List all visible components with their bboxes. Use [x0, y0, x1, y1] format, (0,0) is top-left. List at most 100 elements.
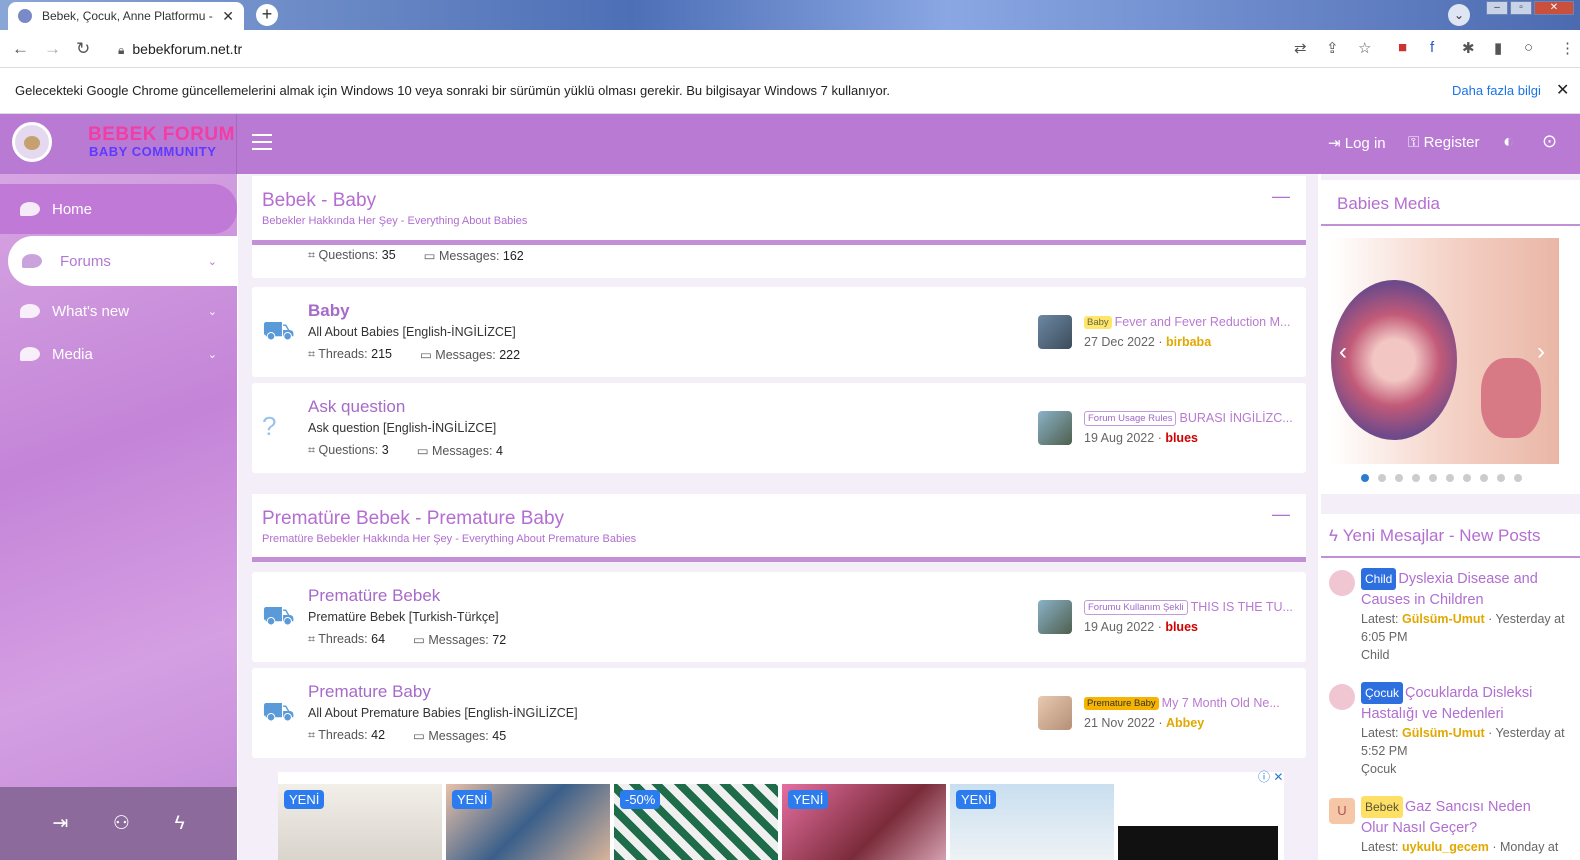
infobar-close-icon[interactable]: ✕: [1556, 80, 1569, 100]
latest-user[interactable]: blues: [1165, 431, 1198, 445]
login-link[interactable]: ⇥ Log in: [1328, 134, 1386, 152]
latest-meta: 19 Aug 2022 · blues: [1084, 620, 1198, 634]
media-widget-title[interactable]: Babies Media: [1337, 194, 1440, 214]
site-logo[interactable]: [12, 122, 52, 162]
stat-label: Questions:: [318, 248, 379, 262]
toggle-icon[interactable]: ⊙: [1542, 131, 1557, 152]
node-title[interactable]: Ask question: [308, 397, 405, 417]
latest-meta: 21 Nov 2022 · Abbey: [1084, 716, 1205, 730]
post-time: · Monday at: [1492, 840, 1559, 854]
ad-brand-logo[interactable]: [1118, 826, 1278, 860]
palette-icon[interactable]: ◐: [1503, 131, 1514, 152]
latest-thread-link[interactable]: Premature Baby My 7 Month Old Ne...: [1084, 696, 1296, 710]
ad-product-image[interactable]: YENİ: [278, 784, 442, 860]
avatar[interactable]: [1038, 600, 1072, 634]
stat-label: Questions:: [318, 443, 379, 457]
new-posts-title[interactable]: ϟ Yeni Mesajlar - New Posts: [1329, 526, 1541, 546]
widget-divider: [1321, 556, 1580, 558]
bookmark-star-icon[interactable]: ☆: [1358, 39, 1371, 57]
latest-user[interactable]: Gülsüm-Umut: [1402, 612, 1485, 626]
node-title[interactable]: Prematüre Bebek: [308, 586, 440, 606]
latest-thread-link[interactable]: Forum Usage Rules BURASI İNGİLİZC...: [1084, 411, 1296, 426]
carousel-prev-icon[interactable]: ‹: [1339, 338, 1347, 366]
category-subtitle: Prematüre Bebekler Hakkında Her Şey - Ev…: [262, 533, 637, 545]
ad-product-image[interactable]: YENİ: [446, 784, 610, 860]
category-title[interactable]: Prematüre Bebek - Premature Baby: [262, 508, 564, 530]
new-tab-button[interactable]: +: [256, 4, 278, 26]
extensions-puzzle-icon[interactable]: ✱: [1462, 39, 1475, 57]
register-link[interactable]: ⚿ Register: [1408, 134, 1479, 151]
avatar[interactable]: [1038, 315, 1072, 349]
latest-user[interactable]: blues: [1165, 620, 1198, 634]
collapse-icon[interactable]: —: [1272, 504, 1290, 525]
ad-product-image[interactable]: -50%: [614, 784, 778, 860]
extension-icon[interactable]: ■: [1398, 39, 1407, 56]
latest-date: 27 Dec 2022: [1084, 335, 1155, 349]
media-slide-image[interactable]: ‹ ›: [1331, 238, 1559, 464]
avatar[interactable]: [1329, 684, 1355, 710]
category-title[interactable]: Bebek - Baby: [262, 190, 376, 212]
hamburger-menu-icon[interactable]: [252, 134, 272, 150]
node-stats: ⌗ Threads: 64 ▭ Messages: 72: [308, 632, 506, 647]
sidebar-item-home[interactable]: Home: [0, 184, 237, 234]
latest-meta: 27 Dec 2022 · birbaba: [1084, 335, 1212, 349]
latest-user[interactable]: uykulu_gecem: [1402, 840, 1489, 854]
post-forum[interactable]: Child: [1361, 646, 1571, 664]
threads-icon: ⌗: [308, 248, 319, 262]
login-icon[interactable]: ⇥: [52, 812, 68, 835]
profile-avatar-icon[interactable]: ○: [1524, 39, 1533, 56]
side-panel-icon[interactable]: ▮: [1494, 39, 1502, 57]
chevron-down-icon[interactable]: ⌄: [208, 255, 217, 268]
node-stats: ⌗ Threads: 215 ▭ Messages: 222: [308, 347, 520, 362]
brand-title[interactable]: BEBEK FORUM: [88, 124, 235, 146]
ad-info-icon[interactable]: ⓘ ✕: [1258, 768, 1283, 785]
latest-user[interactable]: Gülsüm-Umut: [1402, 726, 1485, 740]
latest-thread-link[interactable]: Forumu Kullanım Şekli THIS IS THE TU...: [1084, 600, 1296, 615]
latest-thread-link[interactable]: Baby Fever and Fever Reduction M...: [1084, 315, 1296, 329]
register-user-icon[interactable]: ⚇: [113, 812, 130, 835]
forward-icon[interactable]: →: [44, 39, 61, 59]
extension-icon-2[interactable]: f: [1430, 39, 1434, 56]
carousel-dots[interactable]: [1361, 474, 1522, 482]
reload-icon[interactable]: ↻: [76, 39, 90, 59]
ad-badge: -50%: [620, 790, 661, 809]
post-title[interactable]: Child Dyslexia Disease and Causes in Chil…: [1361, 568, 1561, 610]
maximize-icon[interactable]: ▫: [1510, 1, 1532, 15]
sidebar-item-media[interactable]: Media ⌄: [0, 329, 237, 379]
translate-icon[interactable]: ⇄: [1294, 39, 1307, 57]
chevron-down-icon[interactable]: ⌄: [208, 348, 217, 361]
sidebar-item-forums[interactable]: Forums ⌄: [8, 236, 237, 286]
stat-label: Messages:: [432, 444, 493, 458]
avatar[interactable]: [1038, 411, 1072, 445]
avatar[interactable]: [1038, 696, 1072, 730]
window-close-icon[interactable]: ✕: [1534, 1, 1574, 15]
lightning-icon[interactable]: ϟ: [175, 813, 185, 835]
collapse-icon[interactable]: —: [1272, 186, 1290, 207]
minimize-icon[interactable]: –: [1486, 1, 1508, 15]
ad-product-image[interactable]: YENİ: [950, 784, 1114, 860]
carousel-next-icon[interactable]: ›: [1537, 338, 1545, 366]
chevron-down-icon[interactable]: ⌄: [208, 305, 217, 318]
share-icon[interactable]: ⇪: [1326, 39, 1339, 57]
post-title[interactable]: Bebek Gaz Sancısı Neden Olur Nasıl Geçer?: [1361, 796, 1561, 838]
infobar-more-link[interactable]: Daha fazla bilgi: [1452, 83, 1541, 98]
avatar[interactable]: [1329, 570, 1355, 596]
menu-dots-icon[interactable]: ⋮: [1560, 39, 1575, 57]
ad-banner[interactable]: YENİ YENİ -50% YENİ YENİ ⓘ ✕: [278, 770, 1284, 860]
node-stats: ⌗ Questions: 3 ▭ Messages: 4: [308, 443, 503, 458]
messages-icon: ▭: [416, 444, 433, 458]
prefix-badge: Premature Baby: [1084, 697, 1159, 710]
latest-user[interactable]: Abbey: [1166, 716, 1204, 730]
avatar[interactable]: U: [1329, 798, 1355, 824]
tab-search-icon[interactable]: ⌄: [1448, 4, 1470, 26]
node-title[interactable]: Baby: [308, 301, 350, 321]
url-field[interactable]: 🔒︎ bebekforum.net.tr: [118, 41, 242, 58]
browser-tab[interactable]: Bebek, Çocuk, Anne Platformu - ✕: [8, 2, 244, 30]
post-title[interactable]: Çocuk Çocuklarda Disleksi Hastalığı ve Ne…: [1361, 682, 1561, 724]
node-title[interactable]: Premature Baby: [308, 682, 431, 702]
post-forum[interactable]: Çocuk: [1361, 760, 1571, 778]
back-icon[interactable]: ←: [12, 39, 29, 59]
latest-user[interactable]: birbaba: [1166, 335, 1211, 349]
ad-product-image[interactable]: YENİ: [782, 784, 946, 860]
tab-close-icon[interactable]: ✕: [222, 8, 234, 25]
